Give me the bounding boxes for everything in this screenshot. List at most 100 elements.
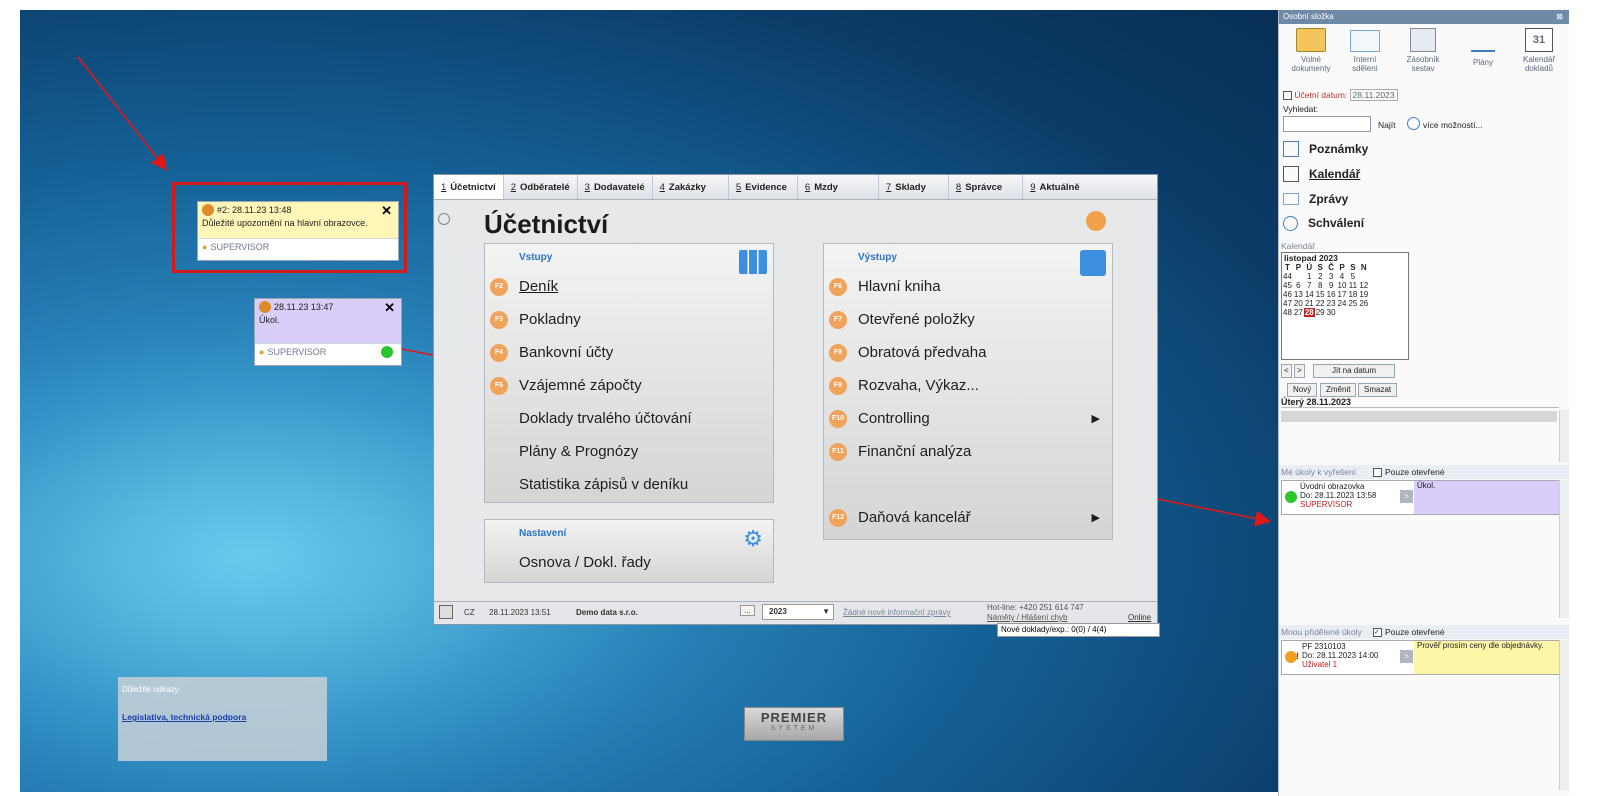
tab-odberatele[interactable]: 2 Odběratelé [504,175,578,199]
task-title: Úvodní obrazovka [1300,482,1365,491]
scrollbar[interactable] [1559,410,1569,462]
hotline-text: Hot-line: +420 251 614 747 [987,603,1084,612]
edit-event-button[interactable]: Změnit [1320,383,1357,397]
close-icon[interactable]: ⊠ [1556,10,1563,24]
menu-item-pokladny[interactable]: F3 Pokladny [485,303,773,336]
najit-button[interactable]: Najít [1378,120,1395,130]
calendar-31-icon: 31 [1525,28,1553,52]
kalendar-dokladu-button[interactable]: 31 Kalendář dokladů [1511,28,1567,73]
menu-item-financni-analyza[interactable]: F11 Finanční analýza [824,435,1112,468]
menu-item-bankovni-ucty[interactable]: F4 Bankovní účty [485,336,773,369]
status-bar: CZ 28.11.2023 13:51 Demo data s.r.o. ...… [434,601,1157,624]
task-open-button[interactable]: > [1400,490,1413,503]
menu-item-obratova-predvaha[interactable]: F8 Obratová předvaha [824,336,1112,369]
scrollbar[interactable] [1559,480,1569,618]
envelope-icon [1350,30,1380,52]
online-link[interactable]: Online [1128,613,1151,622]
tab-sklady[interactable]: 7 Sklady [879,175,949,199]
only-open-checkbox-checked[interactable]: ✓ [1373,628,1382,637]
calculator-icon [1080,250,1106,276]
scrollbar[interactable] [1559,640,1569,790]
menu-item-doklady-trvaleho[interactable]: Doklady trvalého účtování [485,402,773,435]
feedback-link[interactable]: Náměty / Hlášení chyb [987,613,1067,622]
run-icon[interactable] [1086,211,1106,231]
tab-dodavatele[interactable]: 3 Dodavatelé [578,175,653,199]
history-icon[interactable] [438,213,450,225]
vystupy-header: Výstupy [858,251,897,263]
prev-month-button[interactable]: < [1281,364,1292,378]
next-month-button[interactable]: > [1294,364,1305,378]
year-select[interactable]: 2023 ▼ [762,604,834,620]
nav-schvaleni[interactable]: Schválení [1283,213,1364,233]
close-icon[interactable]: ✕ [384,300,395,316]
calendar-icon [1296,28,1326,52]
company-name: Demo data s.r.o. [576,608,638,617]
sticky-note-1[interactable]: #2: 28.11.23 13:48 ✕ Důležité upozornění… [197,201,399,261]
nastaveni-header: Nastavení [519,527,567,539]
envelope-icon [1283,193,1299,205]
tab-spravce[interactable]: 8 Správce [949,175,1024,199]
status-dot-icon [1285,491,1297,503]
vstupy-panel: Vstupy F2 Deník F3 Pokladny F4 Bankovní účt… [484,243,774,503]
search-input[interactable] [1283,116,1371,132]
main-window: 1 Účetnictví 2 Odběratelé 3 Dodavatelé 4 Zak… [433,174,1158,625]
info-messages-link[interactable]: Žádné nové informační zprávy [843,608,951,617]
task-item[interactable]: Úvodní obrazovka Do: 28.11.2023 13:58 SU… [1281,480,1561,515]
tab-zakazky[interactable]: 4 Zakázky [653,175,729,199]
menu-item-plany-prognozy[interactable]: Plány & Prognózy [485,435,773,468]
ucetni-datum-checkbox[interactable] [1283,91,1292,101]
sticky-note-2[interactable]: 28.11.23 13:47 ✕ Úkol. ● SUPERVISOR [254,298,402,366]
only-open-label: Pouze otevřené [1385,467,1445,477]
menu-item-osnova[interactable]: Osnova / Dokl. řady [485,546,773,579]
settings-gear-icon[interactable]: ⚙ [743,528,763,550]
tab-evidence[interactable]: 5 Evidence [729,175,798,199]
task-deadline: Do: 28.11.2023 13:58 [1300,491,1377,500]
go-to-date-button[interactable]: Jít na datum [1313,364,1396,378]
task-user: Uživatel 1 [1302,660,1338,669]
month-calendar[interactable]: listopad 2023 TPÚSČPSN 44 1 2 3 4 5 45 6 7 8 9 10 1… [1281,252,1409,360]
interni-sdeleni-button[interactable]: Interní sdělení [1337,28,1393,73]
menu-item-statistika[interactable]: Statistika zápisů v deníku [485,468,773,501]
vstupy-header: Vstupy [519,251,553,263]
volne-dokumenty-button[interactable]: Volné dokumenty [1283,28,1339,73]
options-icon[interactable] [1407,117,1420,130]
menu-item-hlavni-kniha[interactable]: F6 Hlavní kniha [824,270,1112,303]
nav-kalendar[interactable]: Kalendář [1283,164,1360,184]
task-open-button[interactable]: > [1400,650,1413,663]
legislativa-link[interactable]: Legislativa, technická podpora [118,694,327,722]
delete-event-button[interactable]: Smazat [1358,383,1398,397]
close-icon[interactable]: ✕ [381,203,392,219]
assigned-task-item[interactable]: ! PF 2310103 Do: 28.11.2023 14:00 Uživat… [1281,640,1561,675]
menu-item-danova-kancelar[interactable]: F12 Daňová kancelář ▶ [824,501,1112,534]
zasobnik-sestav-button[interactable]: Zásobník sestav [1395,28,1451,73]
note-body: Důležité upozornění na hlavní obrazovce. [198,218,398,238]
new-event-button[interactable]: Nový [1287,383,1318,397]
ucetni-datum-field[interactable]: 28.11.2023 [1349,89,1398,101]
new-documents-indicator[interactable]: Nové doklady/exp.: 0(0) / 4(4) [997,623,1160,637]
note-header: 28.11.23 13:47 [274,302,334,312]
menu-item-rozvaha[interactable]: F9 Rozvaha, Výkaz... [824,369,1112,402]
menu-item-otevrene-polozky[interactable]: F7 Otevřené položky [824,303,1112,336]
plany-button[interactable]: Plány [1455,28,1511,67]
task-deadline: Do: 28.11.2023 14:00 [1302,651,1379,660]
nav-zpravy[interactable]: Zprávy [1283,189,1348,209]
personal-folder-panel: Osobní složka ⊠ Volné dokumenty Interní sd… [1278,10,1569,796]
menu-item-denik[interactable]: F2 Deník [485,270,773,303]
menu-item-controlling[interactable]: F10 Controlling ▶ [824,402,1112,435]
tab-aktualne[interactable]: 9 Aktuálně [1023,175,1086,199]
power-icon[interactable] [439,605,453,619]
tab-ucetnictvi[interactable]: 1 Účetnictví [434,175,504,199]
today-cell: 28 [1303,308,1315,317]
stack-icon [1410,28,1436,52]
menu-item-vzajemne-zapocty[interactable]: F5 Vzájemné zápočty [485,369,773,402]
bar-chart-icon [1471,30,1495,52]
more-options-link[interactable]: více možností... [1423,120,1483,130]
only-open-label: Pouze otevřené [1385,627,1445,637]
tab-mzdy[interactable]: 6 Mzdy [798,175,879,199]
only-open-checkbox[interactable] [1373,468,1382,477]
lang-label: CZ [464,608,475,617]
company-picker-button[interactable]: ... [740,605,755,616]
users-icon: ● [259,347,265,357]
nav-poznamky[interactable]: Poznámky [1283,139,1368,159]
page-title: Účetnictví [484,209,609,239]
